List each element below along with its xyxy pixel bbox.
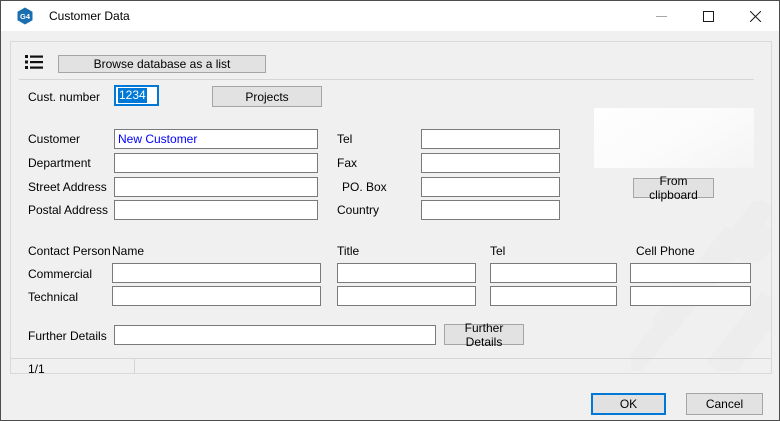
cust-number-label: Cust. number <box>28 90 100 104</box>
technical-title-input[interactable] <box>337 286 476 306</box>
contact-col-title-header: Title <box>337 244 359 258</box>
browse-database-button[interactable]: Browse database as a list <box>58 55 266 73</box>
close-button[interactable] <box>732 1 779 31</box>
customer-data-dialog: G4 Customer Data <box>0 0 780 421</box>
maximize-button[interactable] <box>685 1 732 31</box>
toolbar-separator <box>19 79 754 80</box>
svg-text:G4: G4 <box>20 12 31 21</box>
from-clipboard-button[interactable]: From clipboard <box>633 178 714 198</box>
cancel-button[interactable]: Cancel <box>686 393 763 415</box>
department-input[interactable] <box>114 153 318 173</box>
po-box-input[interactable] <box>421 177 560 197</box>
fax-label: Fax <box>337 156 357 170</box>
technical-cellphone-input[interactable] <box>630 286 751 306</box>
tel-input[interactable] <box>421 129 560 149</box>
customer-input[interactable] <box>114 129 318 149</box>
commercial-title-input[interactable] <box>337 263 476 283</box>
further-details-label: Further Details <box>28 329 107 343</box>
maximize-icon <box>703 11 714 22</box>
cust-number-input[interactable]: 1234 <box>114 85 159 106</box>
app-g4-icon: G4 <box>16 7 34 25</box>
commercial-row-label: Commercial <box>28 267 92 281</box>
commercial-name-input[interactable] <box>112 263 321 283</box>
country-label: Country <box>337 203 379 217</box>
further-details-input[interactable] <box>114 325 436 345</box>
street-address-label: Street Address <box>28 180 107 194</box>
commercial-cellphone-input[interactable] <box>630 263 751 283</box>
contact-col-name-header: Name <box>112 244 144 258</box>
minimize-button[interactable] <box>638 1 685 31</box>
technical-row-label: Technical <box>28 290 78 304</box>
ok-button[interactable]: OK <box>591 393 666 415</box>
logo-image-placeholder <box>594 108 754 168</box>
technical-tel-input[interactable] <box>490 286 617 306</box>
statusbar-divider <box>134 359 135 374</box>
commercial-tel-input[interactable] <box>490 263 617 283</box>
contact-person-label: Contact Person <box>28 244 111 258</box>
close-icon <box>750 11 761 22</box>
window-controls <box>638 1 779 31</box>
title-bar: G4 Customer Data <box>1 1 779 31</box>
technical-name-input[interactable] <box>112 286 321 306</box>
minimize-icon <box>656 11 667 22</box>
fax-input[interactable] <box>421 153 560 173</box>
window-title: Customer Data <box>49 9 130 23</box>
further-details-button[interactable]: Further Details <box>444 324 524 345</box>
tel-label: Tel <box>337 132 352 146</box>
contact-col-cellphone-header: Cell Phone <box>636 244 695 258</box>
po-box-label: PO. Box <box>342 180 387 194</box>
statusbar-top-separator <box>11 358 771 359</box>
street-address-input[interactable] <box>114 177 318 197</box>
customer-label: Customer <box>28 132 80 146</box>
list-icon <box>25 54 43 70</box>
contact-col-tel-header: Tel <box>490 244 505 258</box>
record-indicator: 1/1 <box>28 362 45 376</box>
country-input[interactable] <box>421 200 560 220</box>
postal-address-label: Postal Address <box>28 203 108 217</box>
department-label: Department <box>28 156 91 170</box>
cust-number-selected-text: 1234 <box>118 88 147 103</box>
postal-address-input[interactable] <box>114 200 318 220</box>
projects-button[interactable]: Projects <box>212 86 322 107</box>
